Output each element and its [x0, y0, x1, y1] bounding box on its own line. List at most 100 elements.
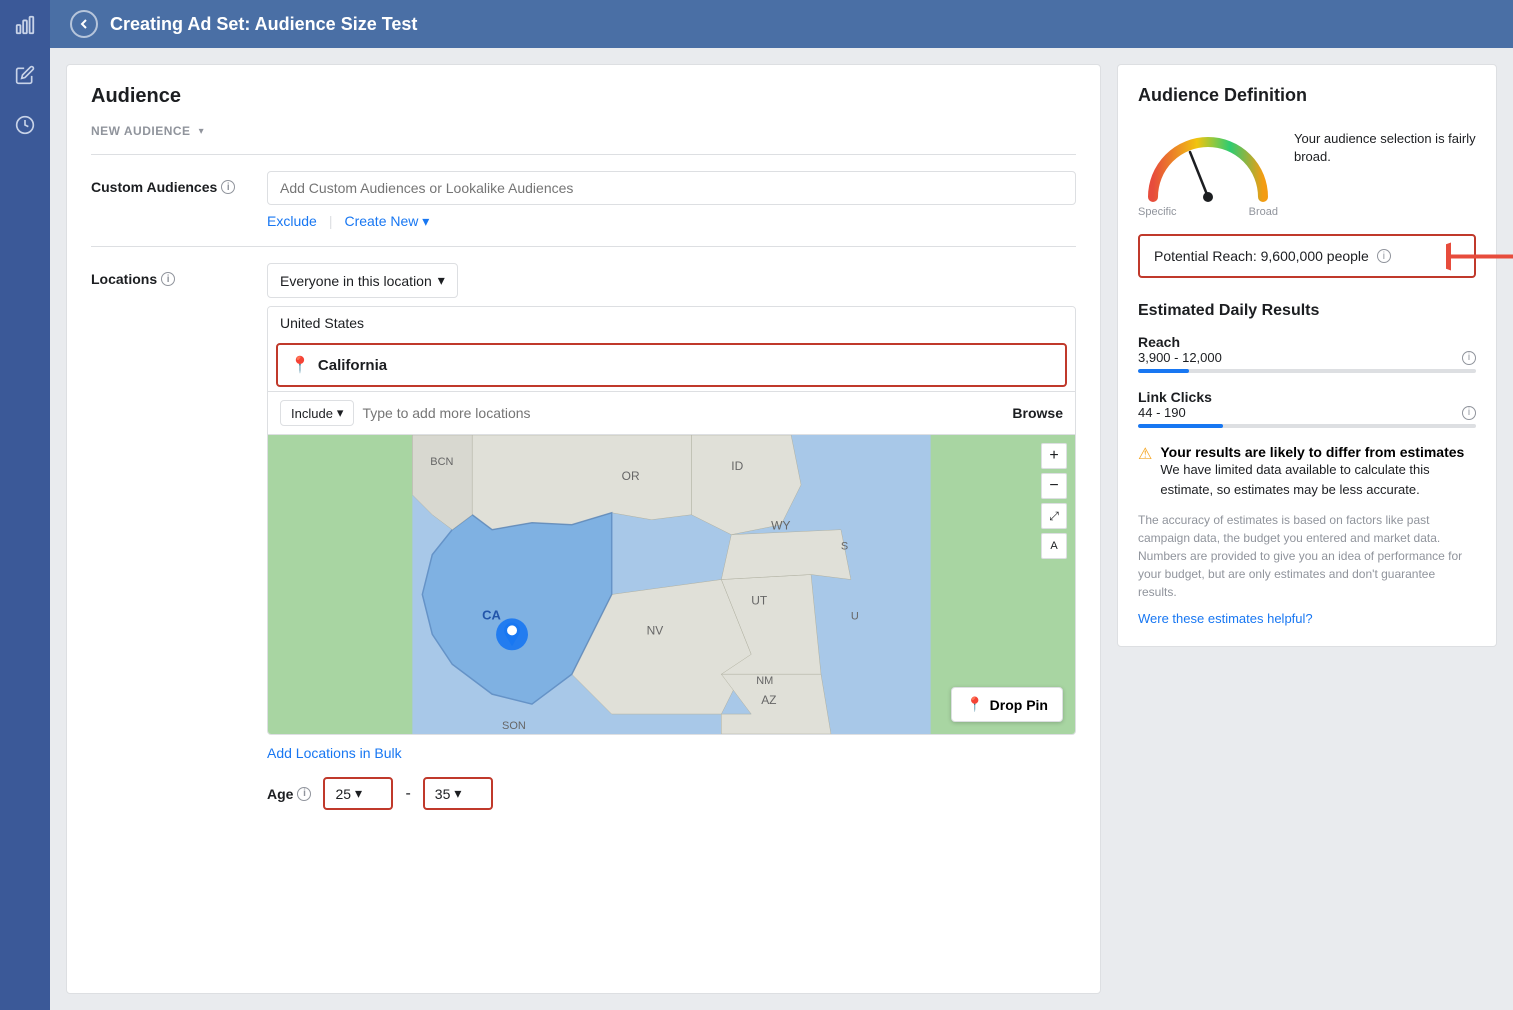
link-clicks-result-item: Link Clicks 44 - 190 i — [1138, 389, 1476, 428]
layers-button[interactable]: A — [1041, 533, 1067, 559]
location-search-container: United States 📍 California Include ▾ — [267, 306, 1076, 735]
audience-links: Exclude | Create New ▾ — [267, 213, 1076, 230]
locations-label: Locations i — [91, 263, 251, 287]
main-area: Creating Ad Set: Audience Size Test Audi… — [50, 0, 1513, 1010]
age-to-arrow: ▾ — [454, 785, 461, 802]
helpful-link[interactable]: Were these estimates helpful? — [1138, 611, 1476, 626]
custom-audiences-info-icon[interactable]: i — [221, 180, 235, 194]
link-clicks-value: 44 - 190 i — [1138, 405, 1476, 420]
location-pin-icon: 📍 — [290, 355, 310, 375]
svg-text:CA: CA — [482, 607, 501, 622]
back-button[interactable] — [70, 10, 98, 38]
locations-info-icon[interactable]: i — [161, 272, 175, 286]
gauge-description: Your audience selection is fairly broad. — [1294, 122, 1476, 166]
link-clicks-info-icon[interactable]: i — [1462, 406, 1476, 420]
age-info-icon[interactable]: i — [297, 787, 311, 801]
estimated-daily-section: Estimated Daily Results Reach 3,900 - 12… — [1138, 286, 1476, 626]
drop-pin-button[interactable]: 📍 Drop Pin — [951, 687, 1063, 722]
svg-text:ID: ID — [731, 459, 743, 473]
potential-reach-info-icon[interactable]: i — [1377, 249, 1391, 263]
disclaimer-text: The accuracy of estimates is based on fa… — [1138, 511, 1476, 601]
zoom-in-button[interactable]: + — [1041, 443, 1067, 469]
clock-icon[interactable] — [10, 110, 40, 140]
link-clicks-bar — [1138, 424, 1476, 428]
content-wrapper: Audience NEW AUDIENCE ▾ Custom Audiences… — [50, 48, 1513, 1010]
add-locations-input[interactable] — [362, 401, 1004, 425]
age-label: Age i — [267, 786, 311, 802]
svg-text:NV: NV — [647, 623, 664, 637]
location-search-value: United States — [268, 307, 1075, 339]
svg-text:NM: NM — [756, 675, 773, 687]
svg-text:WY: WY — [771, 519, 790, 533]
new-audience-row[interactable]: NEW AUDIENCE ▾ — [91, 124, 1076, 138]
add-locations-bulk-link[interactable]: Add Locations in Bulk — [267, 745, 1076, 761]
include-arrow: ▾ — [337, 405, 344, 421]
warning-icon: ⚠ — [1138, 444, 1152, 464]
custom-audiences-input[interactable] — [267, 171, 1076, 205]
zoom-out-button[interactable]: − — [1041, 473, 1067, 499]
svg-text:OR: OR — [622, 469, 640, 483]
map-controls: + − ⤢ A — [1041, 443, 1067, 559]
svg-text:U: U — [851, 610, 859, 622]
svg-text:BCN: BCN — [430, 456, 453, 468]
location-dropdown-arrow: ▾ — [438, 272, 445, 289]
include-row: Include ▾ Browse — [268, 391, 1075, 434]
gauge-wrapper: Specific Broad Your audience selection i… — [1138, 122, 1476, 218]
chart-icon[interactable] — [10, 10, 40, 40]
svg-text:S: S — [841, 541, 848, 553]
sidebar — [0, 0, 50, 1010]
reach-result-item: Reach 3,900 - 12,000 i — [1138, 334, 1476, 373]
create-new-link[interactable]: Create New ▾ — [344, 213, 429, 230]
california-row[interactable]: 📍 California — [276, 343, 1067, 387]
reach-info-icon[interactable]: i — [1462, 351, 1476, 365]
location-type-dropdown[interactable]: Everyone in this location ▾ — [267, 263, 458, 298]
link-clicks-label: Link Clicks — [1138, 389, 1476, 405]
divider-1 — [91, 154, 1076, 155]
age-from-arrow: ▾ — [355, 785, 362, 802]
exclude-link[interactable]: Exclude — [267, 213, 317, 230]
reach-value: 3,900 - 12,000 i — [1138, 350, 1476, 365]
browse-button[interactable]: Browse — [1012, 405, 1063, 421]
warning-box: ⚠ Your results are likely to differ from… — [1138, 444, 1476, 499]
new-audience-label: NEW AUDIENCE — [91, 124, 191, 138]
gauge-container — [1138, 122, 1278, 202]
custom-audiences-row: Custom Audiences i Exclude | Create New … — [91, 171, 1076, 230]
new-audience-dropdown-arrow: ▾ — [199, 126, 204, 137]
potential-reach-text: Potential Reach: 9,600,000 people — [1154, 248, 1369, 264]
potential-reach-box: Potential Reach: 9,600,000 people i — [1138, 234, 1476, 278]
link-clicks-bar-fill — [1138, 424, 1223, 428]
svg-text:AZ: AZ — [761, 693, 776, 707]
age-separator: - — [405, 785, 410, 803]
age-row: Age i 25 ▾ - 35 ▾ — [267, 777, 1076, 810]
svg-text:UT: UT — [751, 593, 768, 607]
page-title: Creating Ad Set: Audience Size Test — [110, 14, 417, 35]
reach-bar-fill — [1138, 369, 1189, 373]
estimated-daily-title: Estimated Daily Results — [1138, 302, 1476, 320]
warning-body: We have limited data available to calcul… — [1160, 460, 1476, 499]
drop-pin-icon: 📍 — [966, 696, 983, 713]
red-arrow — [1446, 237, 1513, 280]
top-bar: Creating Ad Set: Audience Size Test — [50, 0, 1513, 48]
age-to-select[interactable]: 35 ▾ — [423, 777, 493, 810]
reach-bar — [1138, 369, 1476, 373]
divider-2 — [91, 246, 1076, 247]
age-from-select[interactable]: 25 ▾ — [323, 777, 393, 810]
edit-icon[interactable] — [10, 60, 40, 90]
right-panel: Audience Definition — [1117, 64, 1497, 994]
svg-text:SON: SON — [502, 720, 526, 732]
custom-audiences-content: Exclude | Create New ▾ — [267, 171, 1076, 230]
include-button[interactable]: Include ▾ — [280, 400, 354, 426]
left-panel: Audience NEW AUDIENCE ▾ Custom Audiences… — [66, 64, 1101, 994]
california-label: California — [318, 357, 387, 374]
locations-content: Everyone in this location ▾ United State… — [267, 263, 1076, 810]
panel-title: Audience — [91, 85, 1076, 108]
create-new-arrow: ▾ — [422, 213, 429, 229]
audience-definition-title: Audience Definition — [1138, 85, 1476, 106]
fullscreen-button[interactable]: ⤢ — [1041, 503, 1067, 529]
custom-audiences-label: Custom Audiences i — [91, 171, 251, 195]
audience-definition-card: Audience Definition — [1117, 64, 1497, 647]
gauge-labels: Specific Broad — [1138, 206, 1278, 218]
reach-label: Reach — [1138, 334, 1476, 350]
map-container: OR ID UT NV WY AZ NM S U CA BCN — [268, 434, 1075, 734]
warning-title: Your results are likely to differ from e… — [1160, 444, 1464, 460]
